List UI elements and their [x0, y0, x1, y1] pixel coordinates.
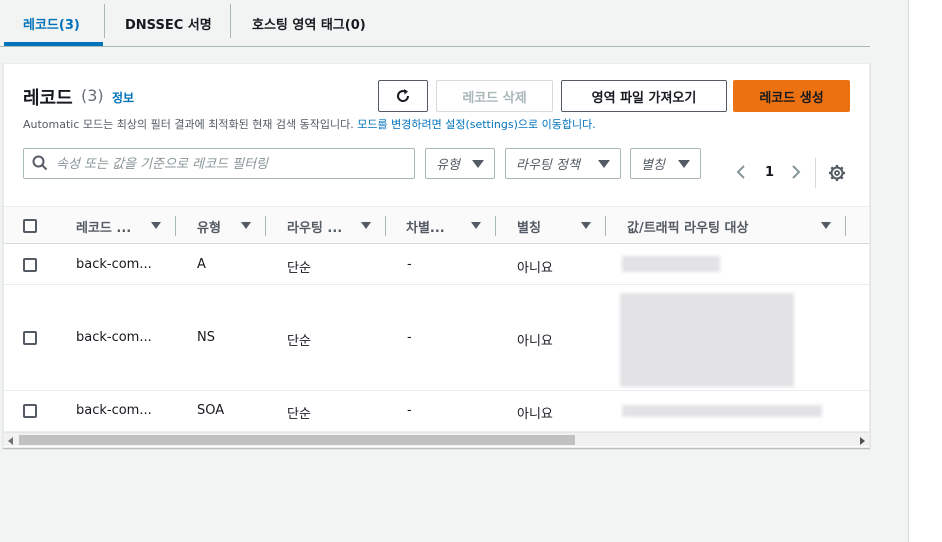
record-type: A [197, 257, 206, 272]
tab-divider [230, 4, 231, 38]
table-row[interactable]: back-com... SOA 단순 - 아니요 [4, 391, 869, 432]
settings-link[interactable]: 모드를 변경하려면 설정(settings)으로 이동합니다. [357, 118, 595, 131]
sort-caret-icon[interactable] [361, 222, 371, 229]
horizontal-scrollbar[interactable] [4, 432, 869, 446]
info-link[interactable]: 정보 [112, 89, 134, 106]
gear-icon[interactable] [828, 164, 846, 186]
redacted-value [622, 405, 822, 417]
differentiator: - [407, 257, 412, 272]
refresh-button[interactable] [378, 80, 428, 112]
search-input[interactable] [56, 153, 406, 175]
differentiator: - [407, 403, 412, 418]
page-title: 레코드 [23, 88, 73, 109]
record-filter [23, 148, 415, 179]
redacted-value [622, 256, 720, 272]
redacted-value [620, 293, 794, 387]
column-header-routing-policy[interactable]: 라우팅 ... [287, 207, 342, 245]
search-icon [32, 155, 48, 175]
alias-value: 아니요 [517, 407, 553, 422]
routing-policy: 단순 [287, 261, 311, 276]
sort-caret-icon[interactable] [581, 222, 591, 229]
tab-divider [104, 4, 105, 38]
row-checkbox[interactable] [23, 258, 37, 272]
column-header-value-routing-target[interactable]: 값/트래픽 라우팅 대상 [627, 207, 748, 245]
previous-page-icon[interactable] [735, 164, 747, 184]
caret-down-icon [598, 160, 610, 168]
search-mode-description: Automatic 모드는 최상의 필터 결과에 최적화된 현재 검색 동작입니… [23, 116, 596, 132]
record-name[interactable]: back-com... [76, 330, 152, 345]
delete-record-button[interactable]: 레코드 삭제 [436, 80, 553, 112]
column-resizer[interactable] [845, 216, 846, 236]
records-panel: 레코드 (3) 정보 Automatic 모드는 최상의 필터 결과에 최적화된… [3, 63, 870, 448]
row-checkbox[interactable] [23, 404, 37, 418]
alias-value: 아니요 [517, 334, 553, 349]
column-header-alias[interactable]: 별칭 [517, 207, 541, 245]
scroll-left-arrow-icon[interactable] [8, 437, 13, 445]
record-count: (3) [81, 86, 104, 105]
tab-bar: 레코드(3) DNSSEC 서명 호스팅 영역 태그(0) [0, 0, 870, 47]
table-row[interactable]: back-com... NS 단순 - 아니요 [4, 285, 869, 391]
sort-caret-icon[interactable] [821, 222, 831, 229]
column-resizer[interactable] [265, 216, 266, 236]
record-type: SOA [197, 403, 225, 418]
column-resizer[interactable] [385, 216, 386, 236]
right-panel-edge [908, 0, 942, 542]
record-name[interactable]: back-com... [76, 403, 152, 418]
record-name[interactable]: back-com... [76, 257, 152, 272]
alias-filter-label: 별칭 [641, 158, 665, 173]
routing-filter-label: 라우팅 정책 [516, 158, 580, 173]
alias-filter-dropdown[interactable]: 별칭 [630, 148, 701, 179]
sort-caret-icon[interactable] [241, 222, 251, 229]
sort-caret-icon[interactable] [471, 222, 481, 229]
type-filter-label: 유형 [436, 158, 460, 173]
column-header-type[interactable]: 유형 [197, 207, 221, 245]
tab-dnssec-signing[interactable]: DNSSEC 서명 [125, 0, 212, 46]
scroll-right-arrow-icon[interactable] [860, 437, 865, 445]
select-all-checkbox[interactable] [23, 219, 37, 233]
current-page[interactable]: 1 [765, 165, 774, 180]
refresh-icon [397, 89, 410, 102]
routing-policy-filter-dropdown[interactable]: 라우팅 정책 [505, 148, 621, 179]
alias-value: 아니요 [517, 261, 553, 276]
row-checkbox[interactable] [23, 331, 37, 345]
table-row[interactable]: back-com... A 단순 - 아니요 [4, 245, 869, 285]
column-resizer[interactable] [605, 216, 606, 236]
caret-down-icon [472, 160, 484, 168]
import-zone-file-button[interactable]: 영역 파일 가져오기 [561, 80, 727, 112]
routing-policy: 단순 [287, 407, 311, 422]
create-record-button[interactable]: 레코드 생성 [733, 80, 850, 112]
scrollbar-thumb[interactable] [19, 435, 575, 445]
tab-hosted-zone-tags[interactable]: 호스팅 영역 태그(0) [252, 0, 366, 46]
column-header-record-name[interactable]: 레코드 ... [76, 207, 131, 245]
description-text: Automatic 모드는 최상의 필터 결과에 최적화된 현재 검색 동작입니… [23, 118, 358, 131]
caret-down-icon [678, 160, 690, 168]
active-tab-indicator [4, 42, 103, 46]
column-resizer[interactable] [175, 216, 176, 236]
differentiator: - [407, 330, 412, 345]
next-page-icon[interactable] [790, 164, 802, 184]
pager-divider [815, 158, 816, 188]
tab-records[interactable]: 레코드(3) [23, 0, 80, 46]
column-resizer[interactable] [495, 216, 496, 236]
type-filter-dropdown[interactable]: 유형 [425, 148, 495, 179]
routing-policy: 단순 [287, 334, 311, 349]
sort-caret-icon[interactable] [151, 222, 161, 229]
record-type: NS [197, 330, 215, 345]
table-header: 레코드 ... 유형 라우팅 ... 차별... 별칭 값/트래픽 라우팅 대상 [4, 206, 869, 244]
column-header-differentiator[interactable]: 차별... [406, 207, 445, 245]
